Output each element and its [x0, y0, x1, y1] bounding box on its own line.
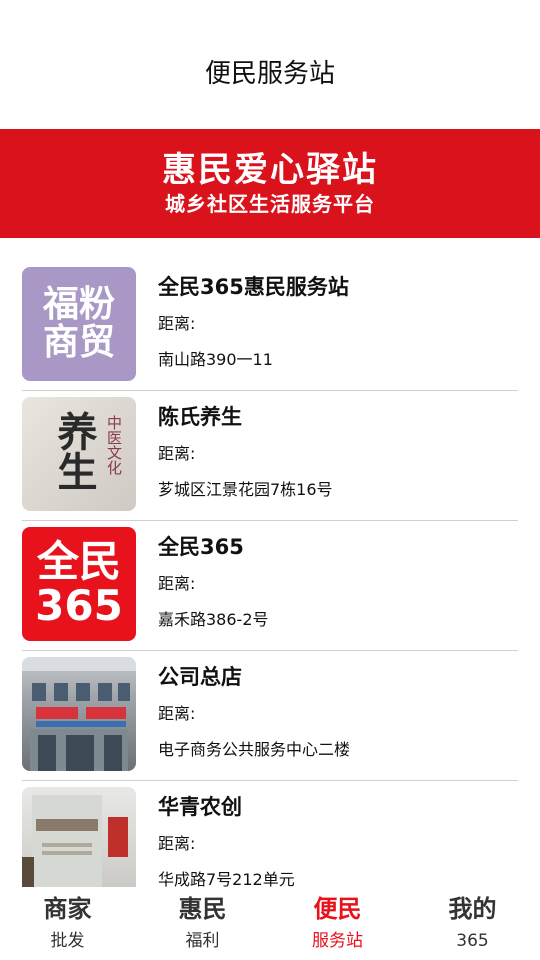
station-name: 全民365 [158, 535, 244, 559]
station-list[interactable]: 福粉 商贸 全民365惠民服务站 距离: 南山路390一11 中医文化 养生 陈… [0, 261, 540, 887]
tab-mine[interactable]: 我的 365 [405, 887, 540, 960]
thumbnail-text: 365 [35, 581, 123, 630]
tab-sublabel: 福利 [185, 930, 220, 951]
header: 便民服务站 [0, 0, 540, 129]
list-item[interactable]: 中医文化 养生 陈氏养生 距离: 芗城区江景花园7栋16号 [22, 391, 518, 521]
station-name: 全民365惠民服务站 [158, 275, 349, 299]
list-item[interactable]: 全民 365 全民365 距离: 嘉禾路386-2号 [22, 521, 518, 651]
station-thumbnail [22, 657, 136, 771]
thumbnail-text: 养生 [51, 411, 98, 491]
banner-subtitle: 城乡社区生活服务平台 [165, 191, 375, 216]
tab-label: 惠民 [178, 894, 227, 923]
station-address: 嘉禾路386-2号 [158, 610, 269, 629]
tab-label: 我的 [448, 894, 497, 923]
station-distance: 距离: [158, 704, 196, 723]
station-address: 电子商务公共服务中心二楼 [158, 740, 351, 759]
station-thumbnail: 中医文化 养生 [22, 397, 136, 511]
station-name: 公司总店 [158, 665, 242, 689]
station-distance: 距离: [158, 834, 196, 853]
station-distance: 距离: [158, 574, 196, 593]
tab-wholesale[interactable]: 商家 批发 [0, 887, 135, 960]
station-thumbnail: 全民 365 [22, 527, 136, 641]
tab-sublabel: 服务站 [312, 930, 363, 951]
storefront-photo [22, 657, 136, 771]
station-address: 华成路7号212单元 [158, 870, 295, 887]
station-name: 陈氏养生 [158, 405, 242, 429]
tab-welfare[interactable]: 惠民 福利 [135, 887, 270, 960]
station-thumbnail [22, 787, 136, 887]
station-address: 芗城区江景花园7栋16号 [158, 480, 333, 499]
tab-label: 商家 [43, 894, 92, 923]
banner[interactable]: 惠民爱心驿站 城乡社区生活服务平台 [0, 129, 540, 238]
list-item[interactable]: 公司总店 距离: 电子商务公共服务中心二楼 [22, 651, 518, 781]
tab-sublabel: 365 [456, 930, 489, 951]
banner-title: 惠民爱心驿站 [162, 149, 378, 190]
station-address: 南山路390一11 [158, 350, 273, 369]
bottom-tab-bar: 商家 批发 惠民 福利 便民 服务站 我的 365 [0, 887, 540, 960]
thumbnail-text: 福粉 [42, 284, 115, 325]
station-name: 华青农创 [158, 795, 242, 819]
station-distance: 距离: [158, 314, 196, 333]
thumbnail-text: 中医文化 [105, 415, 123, 475]
list-item[interactable]: 福粉 商贸 全民365惠民服务站 距离: 南山路390一11 [22, 261, 518, 391]
thumbnail-text: 全民 [36, 537, 121, 586]
station-distance: 距离: [158, 444, 196, 463]
calligraphy-image: 中医文化 养生 [51, 411, 124, 491]
thumbnail-text: 商贸 [42, 322, 115, 363]
tab-service-station[interactable]: 便民 服务站 [270, 887, 405, 960]
station-thumbnail: 福粉 商贸 [22, 267, 136, 381]
tab-label: 便民 [313, 894, 362, 923]
page-title: 便民服务站 [204, 59, 335, 89]
office-photo [22, 795, 128, 887]
tab-sublabel: 批发 [50, 930, 85, 951]
list-item[interactable]: 华青农创 距离: 华成路7号212单元 [22, 781, 518, 887]
